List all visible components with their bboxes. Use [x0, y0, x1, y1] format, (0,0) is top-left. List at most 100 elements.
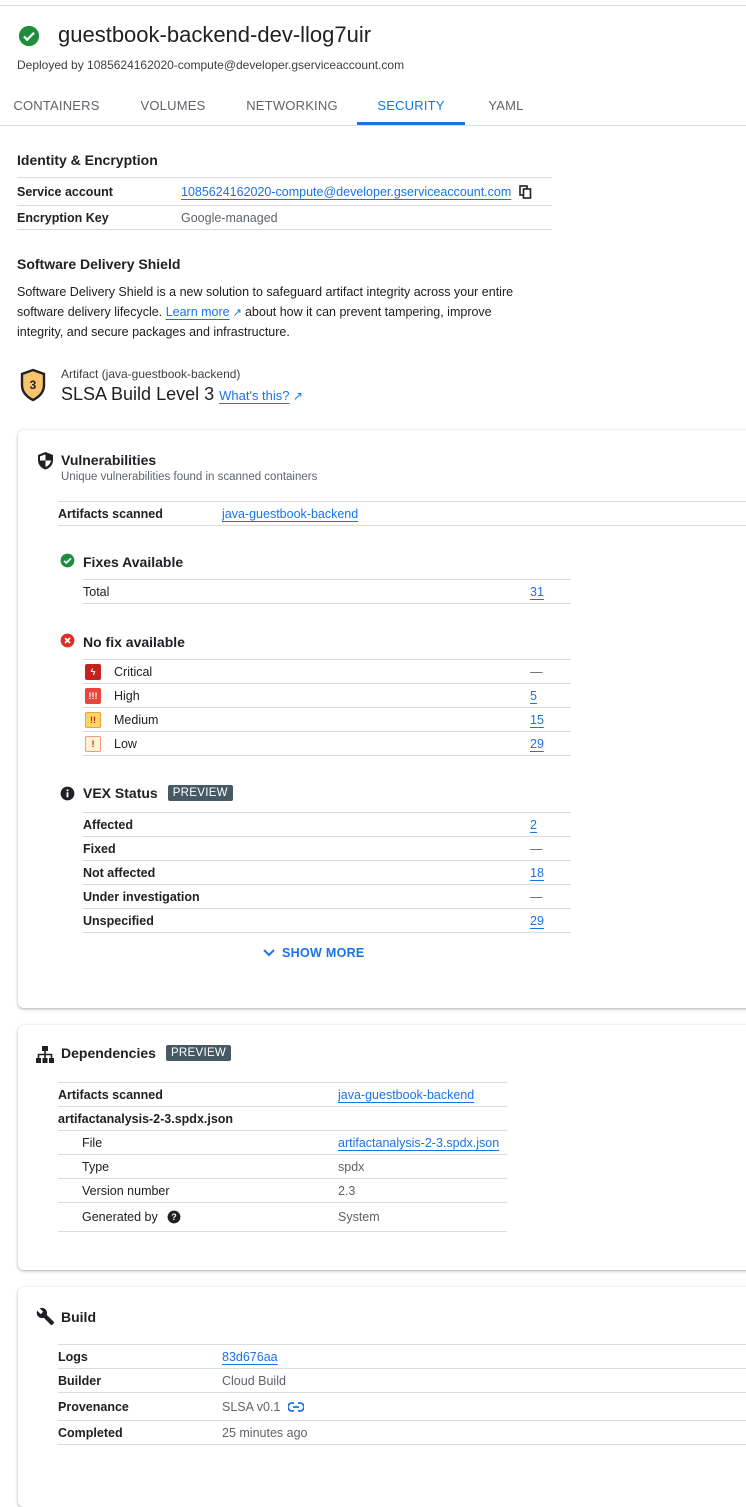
sbom-name: artifactanalysis-2-3.spdx.json — [58, 1111, 234, 1126]
provenance-row: Provenance SLSA v0.1 — [58, 1393, 746, 1421]
logs-row: Logs 83d676aa — [58, 1345, 746, 1369]
generated-row: Generated by? System — [58, 1203, 507, 1232]
severity-link[interactable]: 15 — [530, 713, 544, 727]
severity-label: Medium — [114, 712, 159, 727]
build-table: Logs 83d676aa Builder Cloud Build Provenan… — [58, 1344, 746, 1445]
severity-row-critical: ϟ Critical — — [83, 660, 571, 684]
page-title: guestbook-backend-dev-llog7uir — [58, 22, 372, 47]
tab-bar: CONTAINERS VOLUMES NETWORKING SECURITY Y… — [0, 88, 746, 126]
tab-containers[interactable]: CONTAINERS — [0, 88, 113, 125]
severity-link[interactable]: 29 — [530, 737, 544, 751]
tab-security[interactable]: SECURITY — [357, 88, 465, 125]
vex-value: — — [530, 841, 543, 856]
file-row: File artifactanalysis-2-3.spdx.json — [58, 1131, 507, 1155]
tab-yaml[interactable]: YAML — [476, 88, 536, 125]
tab-networking[interactable]: NETWORKING — [236, 88, 348, 125]
chevron-down-icon — [263, 949, 275, 957]
total-row: Total 31 — [83, 580, 571, 604]
version-value: 2.3 — [338, 1183, 356, 1198]
help-icon[interactable]: ? — [167, 1210, 181, 1224]
vex-label: Affected — [83, 817, 134, 832]
copy-icon[interactable] — [519, 184, 532, 199]
dep-artifact-link[interactable]: java-guestbook-backend — [338, 1088, 474, 1102]
medium-severity-icon: !! — [85, 711, 101, 728]
critical-bolt-icon: ϟ — [85, 663, 101, 680]
identity-table: Service account 1085624162020-compute@de… — [17, 177, 552, 230]
vex-link[interactable]: 18 — [530, 866, 544, 880]
top-divider — [0, 5, 746, 6]
total-link[interactable]: 31 — [530, 585, 544, 599]
severity-row-low: ! Low 29 — [83, 732, 571, 756]
logs-link[interactable]: 83d676aa — [222, 1350, 278, 1364]
generated-value: System — [338, 1210, 380, 1224]
file-link[interactable]: artifactanalysis-2-3.spdx.json — [338, 1136, 499, 1150]
builder-row: Builder Cloud Build — [58, 1369, 746, 1393]
slsa-artifact: Artifact (java-guestbook-backend) — [61, 367, 241, 381]
learn-more-link[interactable]: Learn more — [166, 305, 230, 319]
service-account-row: Service account 1085624162020-compute@de… — [17, 178, 552, 206]
vex-row-fixed: Fixed — — [83, 837, 571, 861]
svg-text:3: 3 — [30, 378, 37, 392]
high-severity-icon: !!! — [85, 687, 101, 704]
vex-label: Unspecified — [83, 913, 154, 928]
vulnerabilities-card: Vulnerabilities Unique vulnerabilities f… — [18, 430, 746, 1008]
encryption-row: Encryption Key Google-managed — [17, 206, 552, 230]
show-more-button[interactable]: SHOW MORE — [262, 946, 365, 960]
type-row: Type spdx — [58, 1155, 507, 1179]
logs-label: Logs — [58, 1349, 88, 1364]
version-row: Version number 2.3 — [58, 1179, 507, 1203]
info-icon — [60, 786, 75, 801]
generated-label-text: Generated by — [82, 1210, 158, 1224]
external-link-icon: ↗ — [229, 306, 245, 319]
artifact-link[interactable]: java-guestbook-backend — [222, 507, 358, 521]
completed-value: 25 minutes ago — [222, 1425, 308, 1440]
vex-label: Fixed — [83, 841, 116, 856]
wrench-icon — [36, 1307, 55, 1326]
slsa-shield-badge: 3 — [20, 368, 46, 402]
service-account-label: Service account — [17, 184, 113, 199]
slsa-level-text: SLSA Build Level 3 — [61, 384, 215, 404]
vex-link[interactable]: 29 — [530, 914, 544, 928]
vex-link[interactable]: 2 — [530, 818, 537, 832]
artifacts-scanned-label: Artifacts scanned — [58, 506, 163, 521]
whats-this-link[interactable]: What's this? — [219, 388, 289, 403]
dependencies-card: Dependencies PREVIEW Artifacts scanned jav… — [18, 1025, 746, 1270]
vex-row-not-affected: Not affected 18 — [83, 861, 571, 885]
severity-label: High — [114, 688, 140, 703]
artifacts-scanned-row: Artifacts scanned java-guestbook-backend — [58, 502, 746, 526]
vex-row-under-investigation: Under investigation — — [83, 885, 571, 909]
completed-label: Completed — [58, 1425, 123, 1440]
severity-table: ϟ Critical — !!! High 5 !! Medium 15 ! Low 29 — [83, 659, 571, 756]
dependencies-heading-text: Dependencies — [61, 1045, 156, 1061]
builder-value: Cloud Build — [222, 1373, 286, 1388]
show-more-label: SHOW MORE — [282, 946, 365, 960]
link-icon[interactable] — [288, 1401, 305, 1412]
slsa-level: SLSA Build Level 3 What's this? ↗ — [61, 384, 303, 405]
no-fix-heading: No fix available — [83, 634, 185, 650]
sds-heading: Software Delivery Shield — [17, 256, 181, 272]
file-label: File — [82, 1135, 103, 1150]
encryption-label: Encryption Key — [17, 210, 109, 225]
identity-heading: Identity & Encryption — [17, 152, 158, 168]
svg-text:?: ? — [171, 1212, 176, 1222]
dependency-tree-icon — [36, 1046, 54, 1063]
service-account-link[interactable]: 1085624162020-compute@developer.gservice… — [181, 185, 511, 199]
severity-row-high: !!! High 5 — [83, 684, 571, 708]
check-circle-icon — [18, 25, 40, 47]
tab-volumes[interactable]: VOLUMES — [123, 88, 223, 125]
security-shield-icon — [38, 452, 53, 470]
build-card: Build Logs 83d676aa Builder Cloud Build Pr… — [18, 1287, 746, 1507]
generated-label: Generated by? — [82, 1210, 338, 1224]
severity-value: — — [530, 664, 543, 679]
fixes-heading: Fixes Available — [83, 554, 184, 570]
provenance-value: SLSA v0.1 — [222, 1399, 281, 1414]
provenance-label: Provenance — [58, 1399, 129, 1414]
deployed-by: Deployed by 1085624162020-compute@develo… — [17, 58, 405, 72]
dep-artifacts-row: Artifacts scanned java-guestbook-backend — [58, 1083, 507, 1107]
sbom-row: artifactanalysis-2-3.spdx.json — [58, 1107, 507, 1131]
severity-link[interactable]: 5 — [530, 689, 537, 703]
fixes-table: Total 31 — [83, 579, 571, 604]
vex-label: Under investigation — [83, 889, 200, 904]
error-circle-icon — [60, 633, 75, 648]
severity-label: Low — [114, 736, 137, 751]
